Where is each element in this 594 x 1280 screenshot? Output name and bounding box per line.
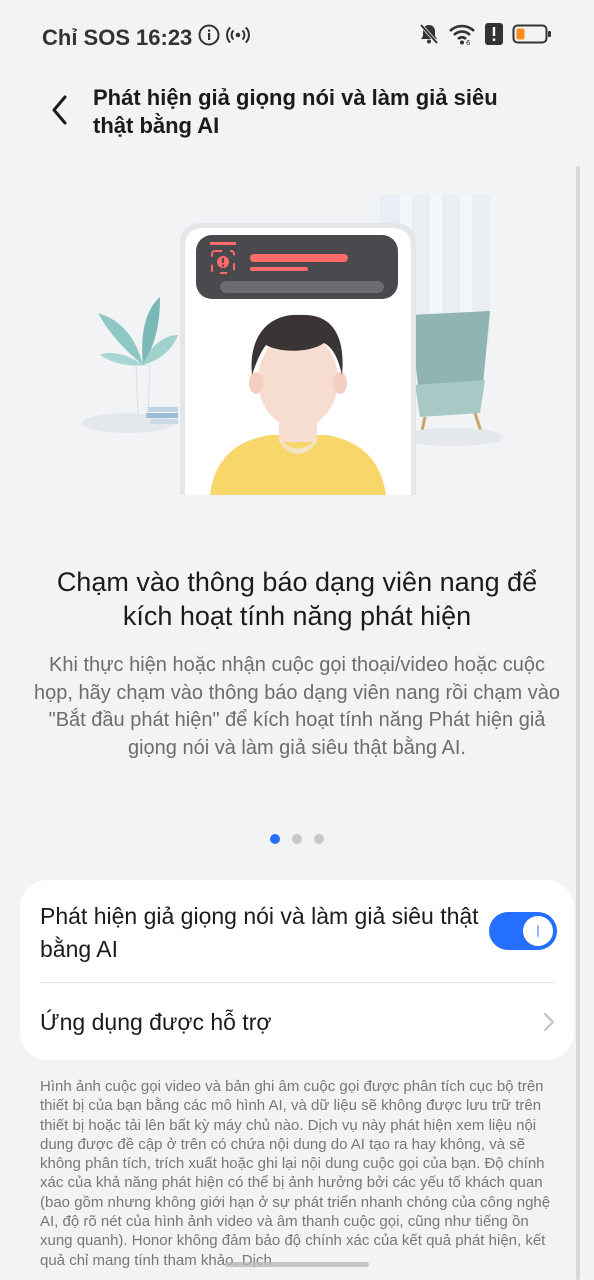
clock-text: 16:23 — [136, 25, 193, 50]
feature-description: Khi thực hiện hoặc nhận cuộc gọi thoại/v… — [34, 654, 560, 759]
page-dot-2[interactable] — [292, 834, 302, 844]
page-dot-1[interactable] — [270, 834, 280, 844]
page-title: Phát hiện giả giọng nói và làm giả siêu … — [93, 85, 498, 138]
detection-toggle-switch[interactable] — [489, 912, 557, 950]
home-indicator[interactable] — [225, 1262, 369, 1267]
chevron-right-icon — [543, 1012, 555, 1032]
back-arrow-icon — [52, 95, 67, 125]
mute-bell-icon — [418, 22, 440, 51]
plant-illustration — [82, 297, 178, 433]
detection-toggle-label: Phát hiện giả giọng nói và làm giả siêu … — [40, 903, 479, 962]
scrollbar[interactable] — [576, 166, 580, 1280]
phone-illustration — [180, 223, 416, 495]
status-right: 6 — [418, 22, 552, 51]
illustration — [80, 185, 510, 495]
page-dot-3[interactable] — [314, 834, 324, 844]
battery-icon — [512, 23, 552, 50]
feature-heading: Chạm vào thông báo dạng viên nang để kíc… — [56, 567, 538, 631]
info-icon — [198, 24, 220, 52]
back-button[interactable] — [42, 90, 78, 130]
svg-text:6: 6 — [466, 39, 471, 45]
status-left: Chỉ SOS 16:23 — [42, 24, 251, 52]
settings-card: Phát hiện giả giọng nói và làm giả siêu … — [20, 880, 574, 1060]
page-indicator — [0, 834, 594, 848]
header: Phát hiện giả giọng nói và làm giả siêu … — [0, 80, 594, 150]
wifi-icon: 6 — [448, 23, 476, 50]
hotspot-icon — [226, 24, 251, 52]
detection-toggle-row[interactable]: Phát hiện giả giọng nói và làm giả siêu … — [20, 880, 574, 982]
carrier-text: Chỉ SOS — [42, 25, 131, 50]
privacy-disclaimer: Hình ảnh cuộc gọi video và bản ghi âm cu… — [40, 1078, 551, 1269]
alert-icon — [484, 22, 504, 51]
supported-apps-label: Ứng dụng được hỗ trợ — [40, 1009, 272, 1035]
toggle-knob — [523, 916, 553, 946]
supported-apps-row[interactable]: Ứng dụng được hỗ trợ — [20, 983, 574, 1060]
status-bar: Chỉ SOS 16:23 6 — [0, 0, 594, 76]
